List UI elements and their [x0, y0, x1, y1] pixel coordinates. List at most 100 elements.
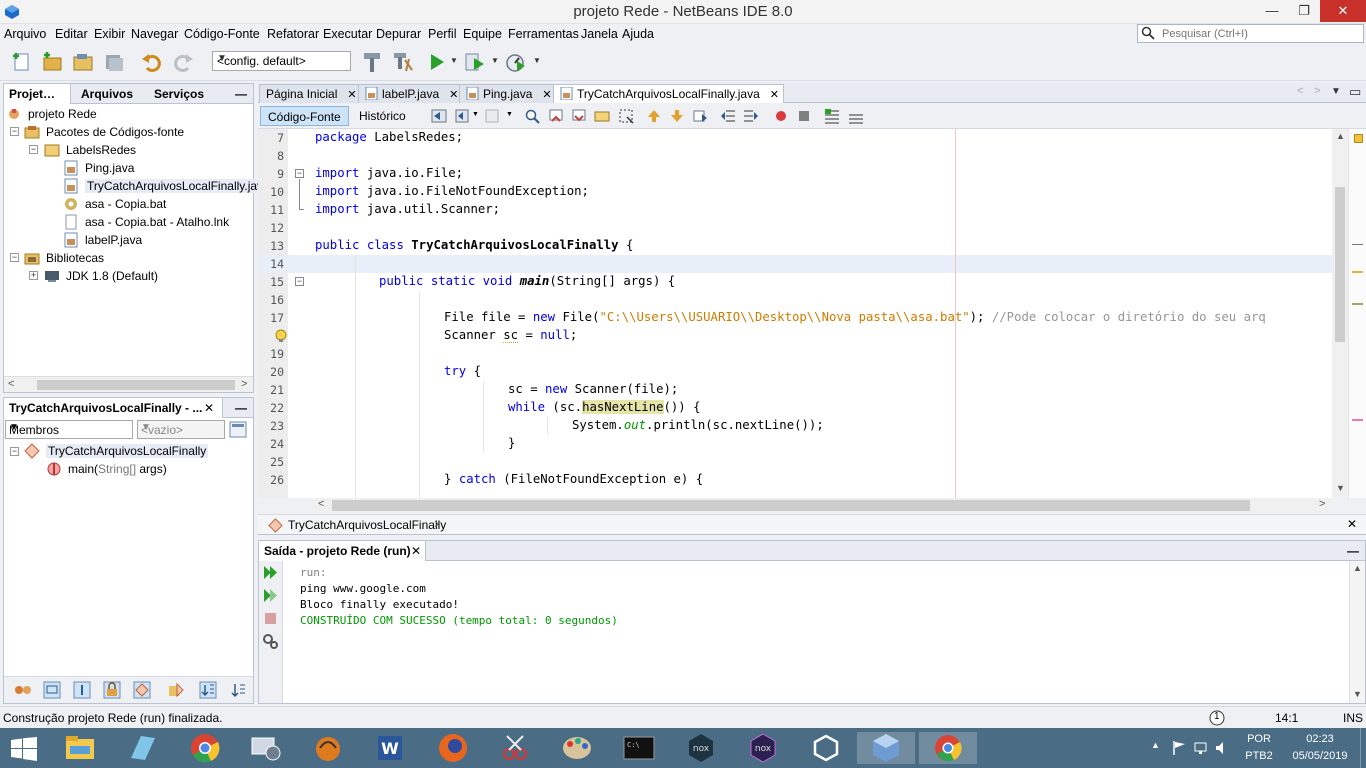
- menu-ajuda[interactable]: Ajuda: [622, 27, 654, 41]
- back-icon[interactable]: [455, 108, 471, 124]
- maximize-editor-icon[interactable]: ▭: [1349, 84, 1361, 100]
- chrome-icon[interactable]: [185, 732, 225, 764]
- snipping-tool-icon[interactable]: [495, 732, 535, 764]
- toggle-bookmark-icon[interactable]: [692, 108, 708, 124]
- scroll-left-icon[interactable]: <: [8, 378, 14, 390]
- scroll-right-icon[interactable]: >: [241, 378, 247, 390]
- undo-icon[interactable]: [140, 50, 164, 74]
- toggle-rectangular-selection-icon[interactable]: [618, 108, 634, 124]
- open-project-icon[interactable]: [71, 50, 95, 74]
- show-fields-icon[interactable]: [43, 681, 61, 699]
- sort-by-source-icon[interactable]: [199, 681, 217, 699]
- profile-dropdown-icon[interactable]: ▼: [533, 56, 541, 65]
- clean-build-icon[interactable]: [391, 50, 415, 74]
- tab-projects[interactable]: Projet…: [4, 84, 71, 104]
- history-mode-button[interactable]: Histórico: [352, 106, 413, 126]
- chrome-taskbar-button[interactable]: [919, 732, 977, 764]
- shift-right-icon[interactable]: [743, 108, 759, 124]
- stop-macro-icon[interactable]: [796, 108, 812, 124]
- scroll-up-icon[interactable]: ▲: [1336, 131, 1345, 141]
- rerun-icon[interactable]: [262, 564, 279, 581]
- scroll-thumb[interactable]: [1335, 187, 1345, 342]
- show-hidden-icons[interactable]: ▲: [1151, 740, 1160, 750]
- run-icon[interactable]: [425, 50, 449, 74]
- file-explorer-icon[interactable]: [60, 732, 100, 764]
- forward-icon[interactable]: [485, 108, 501, 124]
- chevron-right-icon[interactable]: ›: [434, 515, 439, 532]
- tab-navigator[interactable]: TryCatchArquivosLocalFinally - ... ✕: [4, 398, 223, 418]
- close-icon[interactable]: ✕: [411, 544, 421, 558]
- scroll-down-icon[interactable]: ▼: [1336, 483, 1345, 493]
- paint-icon[interactable]: [557, 732, 597, 764]
- monkey-app-icon[interactable]: [308, 732, 348, 764]
- menu-ferramentas[interactable]: Ferramentas: [508, 27, 579, 41]
- projects-hscrollbar[interactable]: < >: [4, 376, 253, 392]
- scope-select[interactable]: <vazio> ▼: [137, 420, 225, 439]
- close-icon[interactable]: ✕: [204, 401, 214, 415]
- editor-hscrollbar[interactable]: < >: [312, 498, 1332, 513]
- redo-icon[interactable]: [171, 50, 195, 74]
- tab-services[interactable]: Serviços: [149, 84, 209, 104]
- close-window-button[interactable]: ✕: [1320, 0, 1366, 22]
- fold-method-icon[interactable]: −: [295, 277, 304, 286]
- save-all-icon[interactable]: [102, 50, 126, 74]
- menu-perfil[interactable]: Perfil: [428, 27, 456, 41]
- tab-labelp-java[interactable]: labelP.java ✕: [358, 84, 464, 103]
- scroll-tabs-left-icon[interactable]: <: [1297, 85, 1303, 97]
- start-macro-icon[interactable]: [773, 108, 789, 124]
- error-stripe[interactable]: [1348, 129, 1366, 498]
- code-editor[interactable]: 7 package LabelsRedes; 8 9 import java.io.…: [258, 129, 1332, 498]
- volume-icon[interactable]: [1214, 740, 1230, 756]
- config-select[interactable]: <config. default> ▼: [212, 51, 351, 71]
- editor-vscrollbar[interactable]: ▲ ▼: [1332, 129, 1348, 498]
- fold-imports-icon[interactable]: −: [295, 169, 304, 178]
- warning-bulb-icon[interactable]: [274, 329, 288, 343]
- run-dropdown-icon[interactable]: ▼: [450, 56, 458, 65]
- quick-search[interactable]: [1137, 24, 1364, 43]
- menu-editar[interactable]: Editar: [55, 27, 88, 41]
- warning-status-icon[interactable]: [1354, 134, 1363, 143]
- menu-navegar[interactable]: Navegar: [131, 27, 178, 41]
- back-dropdown-icon[interactable]: ▼: [472, 111, 479, 118]
- minimize-panel-button[interactable]: —: [235, 87, 247, 101]
- clock-date[interactable]: 05/05/2019: [1285, 750, 1355, 762]
- clock-time[interactable]: 02:23: [1285, 733, 1355, 745]
- nox-player-icon[interactable]: nox: [681, 732, 721, 764]
- inherited-members-icon[interactable]: [14, 681, 32, 699]
- show-inner-classes-icon[interactable]: [133, 681, 151, 699]
- close-icon[interactable]: ✕: [449, 89, 458, 101]
- bookmark-marker[interactable]: [1352, 419, 1363, 421]
- last-edit-icon[interactable]: [431, 108, 447, 124]
- collapse-icon[interactable]: −: [29, 145, 38, 154]
- stop-icon[interactable]: [262, 610, 279, 627]
- warning-marker[interactable]: [1352, 271, 1363, 273]
- close-icon[interactable]: ✕: [542, 89, 551, 101]
- close-icon[interactable]: ✕: [347, 89, 356, 101]
- tab-output-run[interactable]: Saída - projeto Rede (run) ✕: [259, 541, 426, 561]
- menu-refatorar[interactable]: Refatorar: [267, 27, 319, 41]
- word-icon[interactable]: W: [370, 732, 410, 764]
- collapse-icon[interactable]: −: [10, 127, 19, 136]
- collapse-icon[interactable]: −: [10, 253, 19, 262]
- close-icon[interactable]: ✕: [770, 89, 779, 101]
- settings-icon[interactable]: [262, 633, 279, 650]
- scroll-down-icon[interactable]: ▼: [1353, 689, 1362, 699]
- netbeans-taskbar-button[interactable]: [857, 732, 915, 764]
- uncomment-icon[interactable]: [848, 108, 864, 124]
- new-project-icon[interactable]: [40, 50, 64, 74]
- next-bookmark-icon[interactable]: [669, 108, 685, 124]
- find-selection-icon[interactable]: [524, 108, 540, 124]
- show-opened-docs-icon[interactable]: ▼: [1331, 86, 1341, 97]
- scroll-thumb[interactable]: [332, 500, 1250, 511]
- firefox-icon[interactable]: [433, 732, 473, 764]
- menu-exibir[interactable]: Exibir: [94, 27, 125, 41]
- menu-executar[interactable]: Executar: [323, 27, 372, 41]
- profile-icon[interactable]: [503, 50, 527, 74]
- keyboard-layout[interactable]: PTB2: [1239, 750, 1279, 762]
- new-file-icon[interactable]: [10, 50, 34, 74]
- tab-trycatch-java[interactable]: TryCatchArquivosLocalFinally.java ✕: [553, 84, 784, 103]
- app-launcher-icon[interactable]: [123, 732, 163, 764]
- menu-codigo-fonte[interactable]: Código-Fonte: [184, 27, 260, 41]
- source-mode-button[interactable]: Código-Fonte: [260, 106, 349, 126]
- close-icon[interactable]: ✕: [1347, 517, 1357, 531]
